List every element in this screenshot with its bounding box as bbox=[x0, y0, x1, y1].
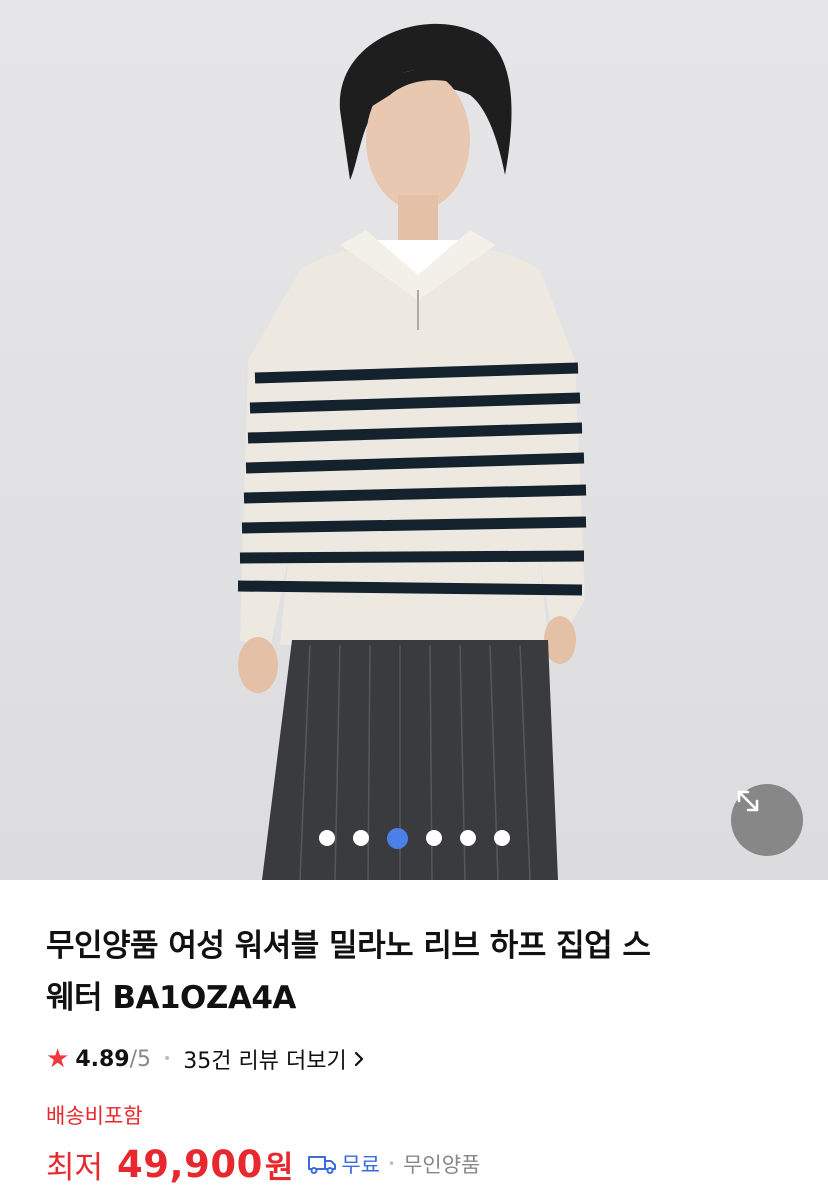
carousel-dot[interactable] bbox=[352, 830, 369, 846]
product-title-line1: 무인양품 여성 워셔블 밀라노 리브 하프 집업 스 bbox=[46, 928, 651, 964]
expand-arrows-icon bbox=[737, 790, 759, 812]
shipping-fee-label: 무료 bbox=[341, 1153, 380, 1177]
carousel-dot[interactable] bbox=[425, 830, 442, 846]
product-info: 무인양품 여성 워셔블 밀라노 리브 하프 집업 스 웨터 BA1OZA4A bbox=[46, 920, 796, 1024]
separator-dot: • bbox=[163, 1051, 172, 1067]
product-photo bbox=[237, 23, 587, 880]
product-image-carousel[interactable] bbox=[0, 0, 828, 880]
reviews-link-label: 35건 리뷰 더보기 bbox=[183, 1049, 347, 1074]
separator-dot: • bbox=[388, 1157, 396, 1171]
rating-score: 4.89 bbox=[75, 1046, 130, 1072]
seller-name[interactable]: 무인양품 bbox=[403, 1149, 480, 1179]
shipping-included-note: 배송비포함 bbox=[46, 1104, 143, 1128]
product-title-line2: 웨터 BA1OZA4A bbox=[46, 980, 296, 1016]
truck-icon bbox=[308, 1156, 337, 1174]
reviews-link[interactable]: 35건 리뷰 더보기 bbox=[183, 1043, 364, 1075]
rating-row: ★ 4.89 /5 • 35건 리뷰 더보기 bbox=[46, 1042, 365, 1076]
price-unit: 원 bbox=[264, 1149, 294, 1186]
carousel-dot-active[interactable] bbox=[386, 827, 408, 849]
shipping-fee: 무료 bbox=[307, 1149, 380, 1179]
product-title: 무인양품 여성 워셔블 밀라노 리브 하프 집업 스 웨터 BA1OZA4A bbox=[46, 920, 796, 1024]
star-icon: ★ bbox=[46, 1044, 70, 1074]
carousel-dot[interactable] bbox=[459, 830, 476, 846]
chevron-right-icon bbox=[354, 1051, 363, 1067]
rating-out-of: /5 bbox=[129, 1046, 152, 1072]
carousel-dot[interactable] bbox=[493, 830, 510, 846]
carousel-dot[interactable] bbox=[318, 830, 335, 846]
price-row: 최저 49,900 원 무료 • 무인양품 bbox=[46, 1138, 480, 1190]
price-prefix: 최저 bbox=[46, 1149, 104, 1186]
carousel-pagination bbox=[0, 826, 828, 850]
price-value: 49,900 bbox=[117, 1142, 263, 1186]
